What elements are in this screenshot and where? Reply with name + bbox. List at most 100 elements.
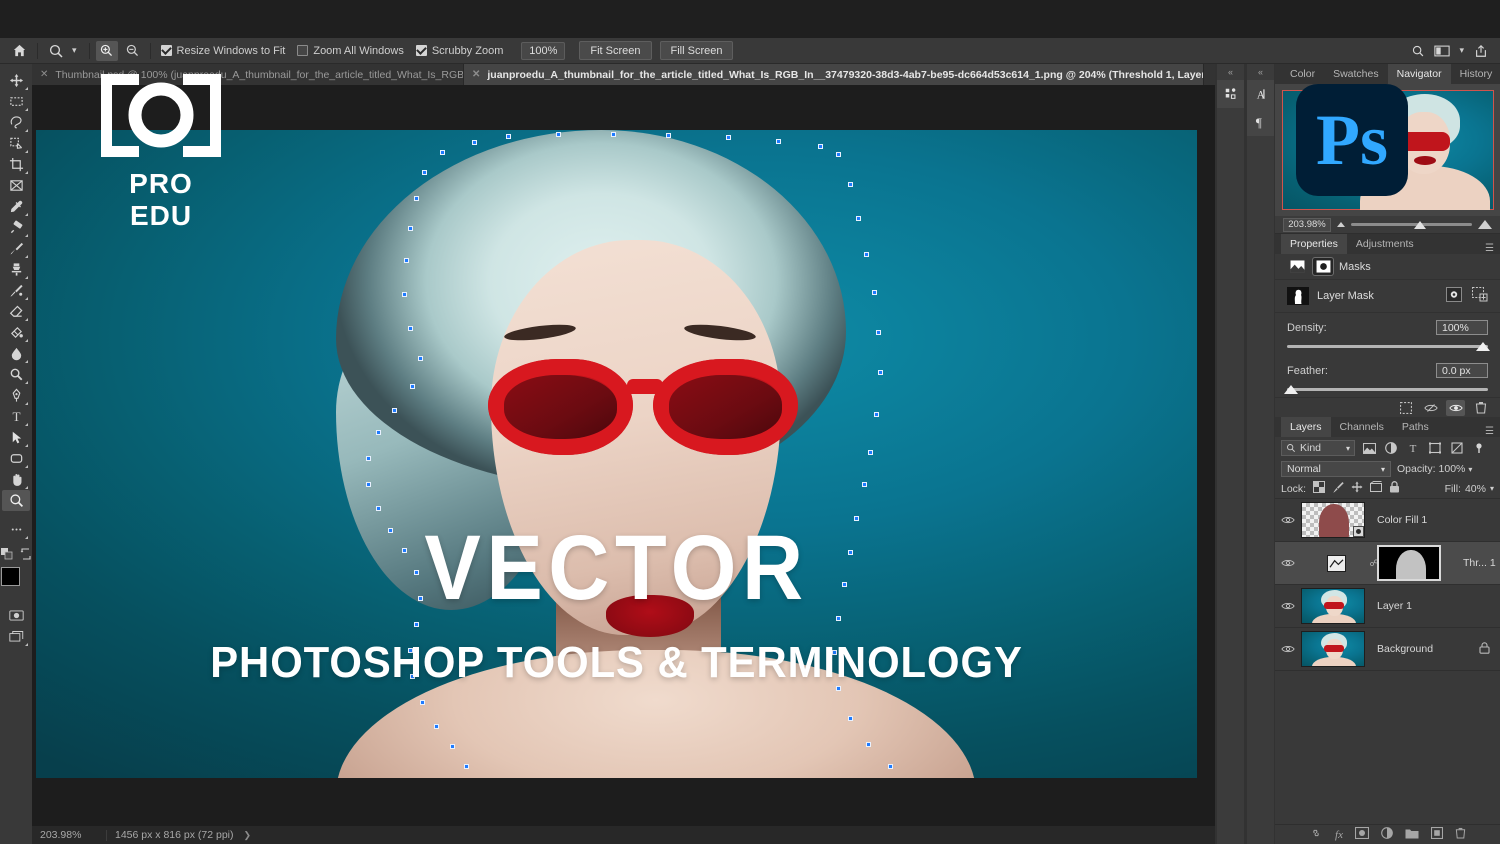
layer-visibility-icon[interactable]	[1275, 558, 1301, 568]
lock-all-icon[interactable]	[1389, 481, 1400, 496]
scrubby-zoom-checkbox[interactable]: Scrubby Zoom	[410, 38, 510, 64]
document-tab-2[interactable]: ✕ juanproedu_A_thumbnail_for_the_article…	[464, 64, 1204, 85]
close-icon[interactable]: ✕	[472, 69, 480, 80]
adjustment-layer-thumbnail[interactable]	[1327, 555, 1346, 572]
lock-image-pixels-icon[interactable]	[1332, 481, 1344, 496]
close-icon[interactable]: ✕	[40, 69, 48, 80]
move-tool[interactable]	[2, 70, 30, 91]
layer-filter-kind[interactable]: Kind ▾	[1281, 440, 1355, 456]
screen-mode-icon[interactable]	[2, 626, 30, 647]
table-row[interactable]: Layer 1	[1275, 585, 1500, 628]
rectangle-tool[interactable]	[2, 448, 30, 469]
link-layers-icon[interactable]	[1309, 828, 1323, 841]
pen-tool[interactable]	[2, 385, 30, 406]
brush-tool[interactable]	[2, 238, 30, 259]
adjustment-layer-icon[interactable]	[1381, 827, 1393, 842]
large-mountain-icon[interactable]	[1478, 220, 1492, 229]
select-and-mask-icon[interactable]	[1472, 287, 1488, 305]
load-selection-icon[interactable]	[1396, 400, 1415, 416]
filter-toggle-icon[interactable]	[1471, 440, 1487, 456]
hand-tool[interactable]	[2, 469, 30, 490]
layer-visibility-icon[interactable]	[1275, 601, 1301, 611]
type-filter-icon[interactable]: T	[1405, 440, 1421, 456]
default-colors-icon[interactable]	[1, 548, 13, 563]
tab-properties[interactable]: Properties	[1281, 234, 1347, 254]
new-layer-icon[interactable]	[1431, 827, 1443, 842]
search-icon[interactable]	[1407, 41, 1429, 61]
double-chevron-left-icon[interactable]: «	[1217, 64, 1244, 80]
layer-name[interactable]: Thr... 1	[1463, 557, 1496, 569]
tab-history[interactable]: History	[1451, 64, 1500, 84]
marquee-tool[interactable]	[2, 91, 30, 112]
table-row[interactable]: ☍ Thr... 1	[1275, 542, 1500, 585]
lock-transparent-pixels-icon[interactable]	[1313, 481, 1325, 496]
edit-toolbar-button[interactable]	[2, 519, 30, 540]
layer-name[interactable]: Background	[1377, 643, 1433, 655]
delete-mask-icon[interactable]	[1471, 400, 1490, 416]
adjustment-filter-icon[interactable]	[1383, 440, 1399, 456]
eyedropper-tool[interactable]	[2, 196, 30, 217]
add-layer-mask-icon[interactable]	[1355, 827, 1369, 842]
chevron-down-icon[interactable]: ▾	[1468, 465, 1472, 474]
paragraph-panel-icon[interactable]: ¶	[1247, 108, 1274, 136]
eraser-tool[interactable]	[2, 301, 30, 322]
color-swatches[interactable]	[1, 567, 31, 597]
navigator-zoom-value[interactable]: 203.98%	[1283, 218, 1331, 232]
swap-colors-icon[interactable]	[20, 548, 32, 563]
tab-channels[interactable]: Channels	[1331, 417, 1393, 437]
type-tool[interactable]: T	[2, 406, 30, 427]
chevron-right-icon[interactable]: ❯	[244, 830, 252, 841]
dodge-tool[interactable]	[2, 364, 30, 385]
slider-knob[interactable]	[1414, 221, 1426, 229]
chevron-down-icon[interactable]: ▾	[1381, 465, 1385, 474]
lock-artboard-icon[interactable]	[1370, 481, 1382, 496]
fill-screen-button[interactable]: Fill Screen	[660, 41, 734, 60]
tab-color[interactable]: Color	[1281, 64, 1324, 84]
layer-mask-thumbnail[interactable]	[1377, 545, 1441, 581]
small-mountain-icon[interactable]	[1337, 222, 1345, 227]
panel-menu-icon[interactable]: ☰	[1485, 426, 1494, 437]
tab-layers[interactable]: Layers	[1281, 417, 1331, 437]
fit-screen-button[interactable]: Fit Screen	[579, 41, 651, 60]
home-icon[interactable]	[6, 38, 33, 64]
resize-windows-checkbox[interactable]: Resize Windows to Fit	[155, 38, 292, 64]
quick-mask-icon[interactable]	[2, 605, 30, 626]
select-subject-icon[interactable]	[1446, 287, 1462, 305]
layer-visibility-icon[interactable]	[1275, 515, 1301, 525]
zoom-tool-icon[interactable]	[42, 38, 70, 64]
lock-position-icon[interactable]	[1351, 481, 1363, 496]
chevron-down-icon[interactable]: ▾	[1346, 444, 1350, 453]
layer-mask-thumbnail[interactable]	[1287, 287, 1309, 305]
layer-thumbnail[interactable]	[1301, 631, 1365, 667]
feather-value[interactable]: 0.0 px	[1436, 363, 1488, 378]
spot-healing-brush-tool[interactable]	[2, 217, 30, 238]
navigator-zoom-slider[interactable]	[1351, 218, 1472, 232]
new-group-icon[interactable]	[1405, 828, 1419, 842]
zoom-out-icon[interactable]	[122, 41, 144, 61]
crop-tool[interactable]	[2, 154, 30, 175]
chevron-down-icon[interactable]: ▾	[70, 38, 85, 64]
frame-tool[interactable]	[2, 175, 30, 196]
zoom-tool[interactable]	[2, 490, 30, 511]
gradient-tool[interactable]	[2, 322, 30, 343]
layer-name[interactable]: Layer 1	[1377, 600, 1412, 612]
layer-name[interactable]: Color Fill 1	[1377, 514, 1427, 526]
zoom-all-windows-checkbox[interactable]: Zoom All Windows	[291, 38, 409, 64]
pixel-mask-icon[interactable]	[1287, 258, 1307, 275]
blend-mode-select[interactable]: Normal ▾	[1281, 461, 1391, 477]
status-zoom[interactable]: 203.98%	[40, 829, 106, 841]
character-panel-icon[interactable]: A	[1247, 80, 1274, 108]
layer-visibility-icon[interactable]	[1275, 644, 1301, 654]
vector-mask-icon[interactable]	[1313, 258, 1333, 275]
layer-thumbnail[interactable]	[1301, 588, 1365, 624]
table-row[interactable]: Color Fill 1	[1275, 499, 1500, 542]
lasso-tool[interactable]	[2, 112, 30, 133]
smartobject-filter-icon[interactable]	[1449, 440, 1465, 456]
feather-slider[interactable]	[1287, 383, 1488, 395]
tab-navigator[interactable]: Navigator	[1388, 64, 1451, 84]
shape-filter-icon[interactable]	[1427, 440, 1443, 456]
tab-swatches[interactable]: Swatches	[1324, 64, 1388, 84]
clone-stamp-tool[interactable]	[2, 259, 30, 280]
layer-style-icon[interactable]: fx	[1335, 829, 1343, 841]
foreground-color-swatch[interactable]	[1, 567, 20, 586]
